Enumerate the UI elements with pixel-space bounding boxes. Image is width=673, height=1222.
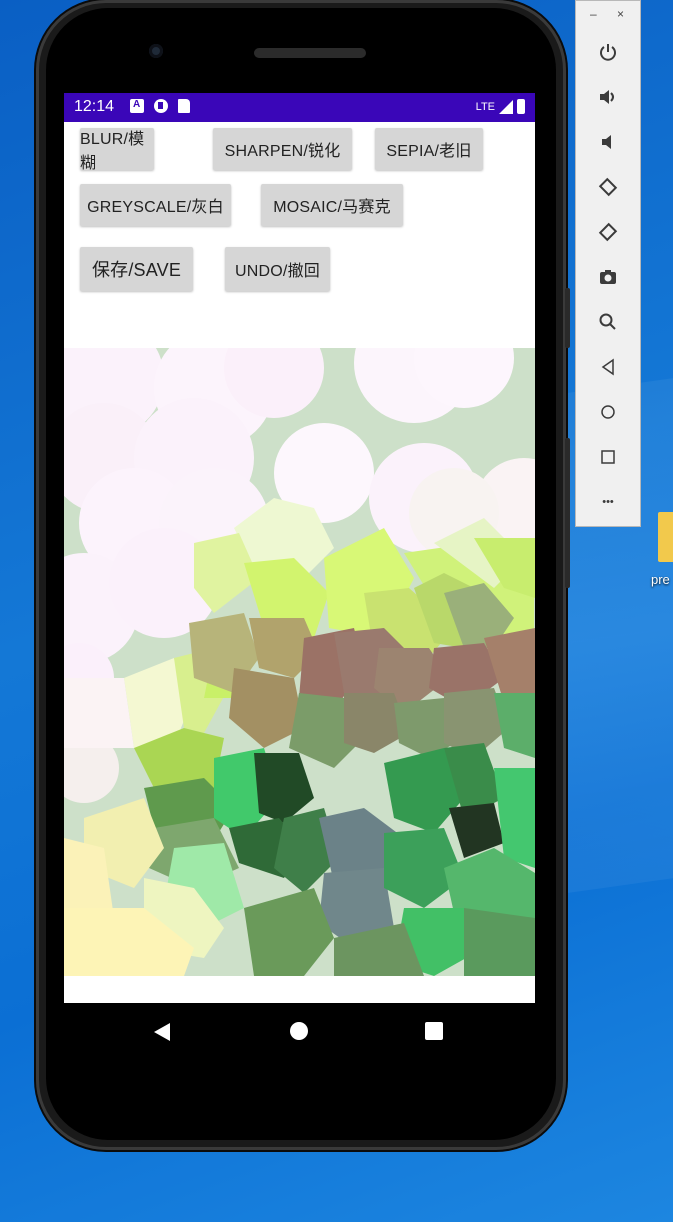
emulator-toolbar: – × ••• bbox=[575, 0, 641, 527]
nav-home-icon[interactable] bbox=[290, 1022, 308, 1040]
more-icon[interactable]: ••• bbox=[595, 489, 621, 515]
power-icon[interactable] bbox=[595, 39, 621, 65]
volume-up-icon[interactable] bbox=[595, 84, 621, 110]
save-button[interactable]: 保存/SAVE bbox=[80, 247, 193, 291]
power-side-button bbox=[565, 288, 570, 348]
nav-back-icon[interactable] bbox=[154, 1023, 170, 1041]
a-notification-icon bbox=[130, 99, 144, 113]
blur-button[interactable]: BLUR/模糊 bbox=[80, 128, 154, 172]
android-nav-bar bbox=[64, 1003, 535, 1063]
rotate-right-icon[interactable] bbox=[595, 219, 621, 245]
status-right: LTE bbox=[476, 99, 525, 114]
sd-card-icon bbox=[178, 99, 190, 113]
earpiece-speaker bbox=[254, 48, 366, 58]
network-type: LTE bbox=[475, 100, 495, 113]
signal-icon bbox=[499, 99, 513, 114]
status-time: 12:14 bbox=[74, 98, 115, 115]
mosaic-image bbox=[64, 348, 535, 976]
screenshot-icon[interactable] bbox=[595, 264, 621, 290]
battery-icon bbox=[517, 99, 525, 114]
desktop-icon-label: pre bbox=[651, 572, 670, 587]
greyscale-button[interactable]: GREYSCALE/灰白 bbox=[80, 184, 231, 226]
notification-icons bbox=[130, 99, 190, 113]
volume-down-icon[interactable] bbox=[595, 129, 621, 155]
minimize-icon[interactable]: – bbox=[590, 7, 597, 21]
toolbar-window-controls: – × bbox=[576, 7, 640, 27]
back-icon[interactable] bbox=[595, 354, 621, 380]
rotate-left-icon[interactable] bbox=[595, 174, 621, 200]
overview-icon[interactable] bbox=[595, 444, 621, 470]
front-camera-icon bbox=[149, 44, 163, 58]
device-screen: 12:14 LTE BLUR/模糊 SHARPEN/锐化 SEPIA/老旧 GR… bbox=[64, 93, 535, 1003]
desktop-folder-icon[interactable] bbox=[656, 512, 673, 564]
mosaic-button[interactable]: MOSAIC/马赛克 bbox=[261, 184, 403, 226]
zoom-icon[interactable] bbox=[595, 309, 621, 335]
volume-side-button bbox=[565, 438, 570, 588]
sepia-button[interactable]: SEPIA/老旧 bbox=[375, 128, 483, 170]
close-icon[interactable]: × bbox=[617, 7, 624, 21]
undo-button[interactable]: UNDO/撤回 bbox=[225, 247, 330, 291]
nav-recents-icon[interactable] bbox=[425, 1022, 443, 1040]
home-icon[interactable] bbox=[595, 399, 621, 425]
p-notification-icon bbox=[154, 99, 168, 113]
status-bar: 12:14 LTE bbox=[64, 93, 535, 122]
sharpen-button[interactable]: SHARPEN/锐化 bbox=[213, 128, 352, 170]
